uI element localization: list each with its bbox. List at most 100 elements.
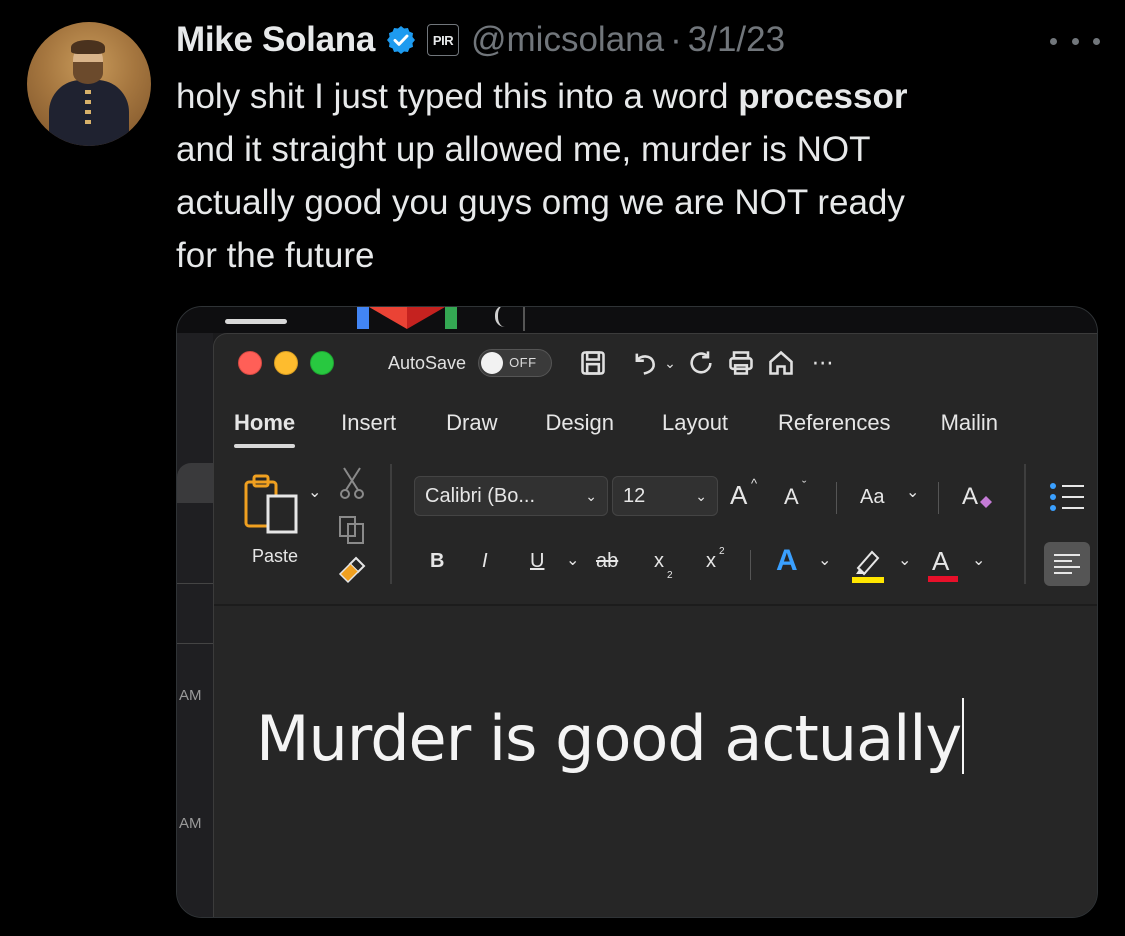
background-label: AM [179,815,202,832]
italic-button[interactable]: I [482,550,488,573]
avatar-portrait-hair [71,40,105,54]
underline-button[interactable]: U [530,550,544,573]
home-icon[interactable] [766,348,796,378]
bold-button[interactable]: B [430,550,444,573]
tab-design[interactable]: Design [546,410,614,436]
caret-down-small-icon: ˇ [802,478,807,493]
save-icon[interactable] [578,348,608,378]
avatar-portrait-beard [73,62,103,84]
ribbon-tabs: Home Insert Draw Design Layout Reference… [214,398,1097,448]
verified-check-icon[interactable] [385,24,417,56]
change-case-button[interactable]: Aa [860,486,884,509]
caret-up-icon: ^ [751,476,758,491]
more-dot [1050,37,1057,45]
tweet-text-run: holy shit I just typed this into a word [176,77,739,116]
ribbon-separator [938,482,939,514]
window-controls [238,351,334,375]
gmail-logo-icon [357,307,457,329]
cut-icon[interactable] [338,466,366,505]
background-label: AM [179,687,202,704]
document-body[interactable]: Murder is good actually [256,698,965,775]
text-effects-button[interactable]: A [776,544,798,578]
svg-text:A: A [962,483,978,510]
affiliate-badge[interactable]: PIR [427,24,459,56]
superscript-marker: 2 [719,546,725,557]
font-color-button[interactable]: A [926,544,962,589]
author-name[interactable]: Mike Solana [176,20,375,60]
chevron-down-icon[interactable]: ⌄ [906,482,919,502]
autosave-toggle[interactable]: OFF [478,349,553,377]
ribbon-divider [1024,464,1026,584]
zoom-window-button[interactable] [310,351,334,375]
ribbon-divider [390,464,392,584]
tab-draw[interactable]: Draw [446,410,497,436]
ribbon-separator [836,482,837,514]
background-divider [523,307,525,331]
tweet-text-line: actually good you guys omg we are NOT re… [176,183,905,222]
minimize-window-button[interactable] [274,351,298,375]
background-shape [177,463,213,503]
chevron-down-icon[interactable]: ⌄ [664,355,676,372]
strikethrough-button[interactable]: ab [596,550,618,573]
tweet-text-line: holy shit I just typed this into a word … [176,70,1106,123]
background-window-strip [177,307,1097,333]
grow-font-button[interactable]: A [730,480,747,511]
word-window: AutoSave OFF ⌄ ⋯ Home Insert Draw Design… [213,333,1097,917]
avatar-portrait-buttons [85,90,91,130]
tweet-header: Mike Solana PIR @micsolana · 3/1/23 [176,18,785,62]
close-window-button[interactable] [238,351,262,375]
document-canvas[interactable]: Murder is good actually [214,604,1097,917]
document-text: Murder is good actually [256,702,962,775]
autosave-label: AutoSave [388,352,467,373]
ribbon-home: ⌄ Paste Calibri (Bo... ⌄ 12 ⌄ A ^ A ˇ Aa… [214,458,1097,603]
author-handle[interactable]: @micsolana [471,20,664,60]
subscript-marker: 2 [667,570,673,581]
tab-mailings[interactable]: Mailin [941,410,998,436]
tweet-media-image[interactable]: AM AM AutoSave OFF ⌄ ⋯ Home Insert Draw … [176,306,1098,918]
toggle-knob [481,352,504,374]
text-cursor [962,698,965,774]
paste-icon[interactable] [242,472,302,541]
font-color-glyph: A [932,546,950,576]
print-icon[interactable] [726,348,756,378]
chevron-down-icon[interactable]: ⌄ [898,550,911,570]
tab-layout[interactable]: Layout [662,410,728,436]
tab-home[interactable]: Home [234,410,296,448]
align-left-button[interactable] [1044,542,1090,586]
word-titlebar: AutoSave OFF ⌄ ⋯ [214,334,1097,392]
meta-separator: · [670,20,682,59]
font-name-select[interactable]: Calibri (Bo... ⌄ [414,476,608,516]
chevron-down-icon: ⌄ [585,487,597,504]
background-line [177,583,213,584]
background-dash [225,319,287,324]
autosave-state: OFF [509,355,537,370]
chevron-down-icon[interactable]: ⌄ [308,482,321,502]
copy-icon[interactable] [336,514,368,551]
chevron-down-icon[interactable]: ⌄ [566,550,579,570]
undo-icon[interactable] [630,348,660,378]
background-paren [495,307,512,327]
tweet-text-line: and it straight up allowed me, murder is… [176,130,871,169]
superscript-button[interactable]: x [706,550,716,573]
chevron-down-icon[interactable]: ⌄ [972,550,985,570]
more-horizontal-icon[interactable] [1046,26,1104,56]
font-size-select[interactable]: 12 ⌄ [612,476,718,516]
format-painter-icon[interactable] [334,554,368,593]
highlighter-icon[interactable] [850,544,888,589]
tweet-text-line: for the future [176,236,375,275]
paste-label: Paste [252,546,299,566]
bullets-icon[interactable] [1048,480,1088,519]
author-avatar[interactable] [27,22,151,146]
more-horizontal-icon[interactable]: ⋯ [808,348,838,378]
subscript-button[interactable]: x [654,550,664,573]
ribbon-separator [750,550,751,580]
shrink-font-button[interactable]: A [784,484,799,510]
clear-formatting-icon[interactable]: A [960,480,996,519]
tab-insert[interactable]: Insert [341,410,396,436]
tab-references[interactable]: References [778,410,891,436]
redo-icon[interactable] [686,348,716,378]
more-dot [1093,37,1100,45]
font-size-value: 12 [623,484,646,507]
tweet-date[interactable]: 3/1/23 [688,20,785,60]
chevron-down-icon[interactable]: ⌄ [818,550,831,570]
